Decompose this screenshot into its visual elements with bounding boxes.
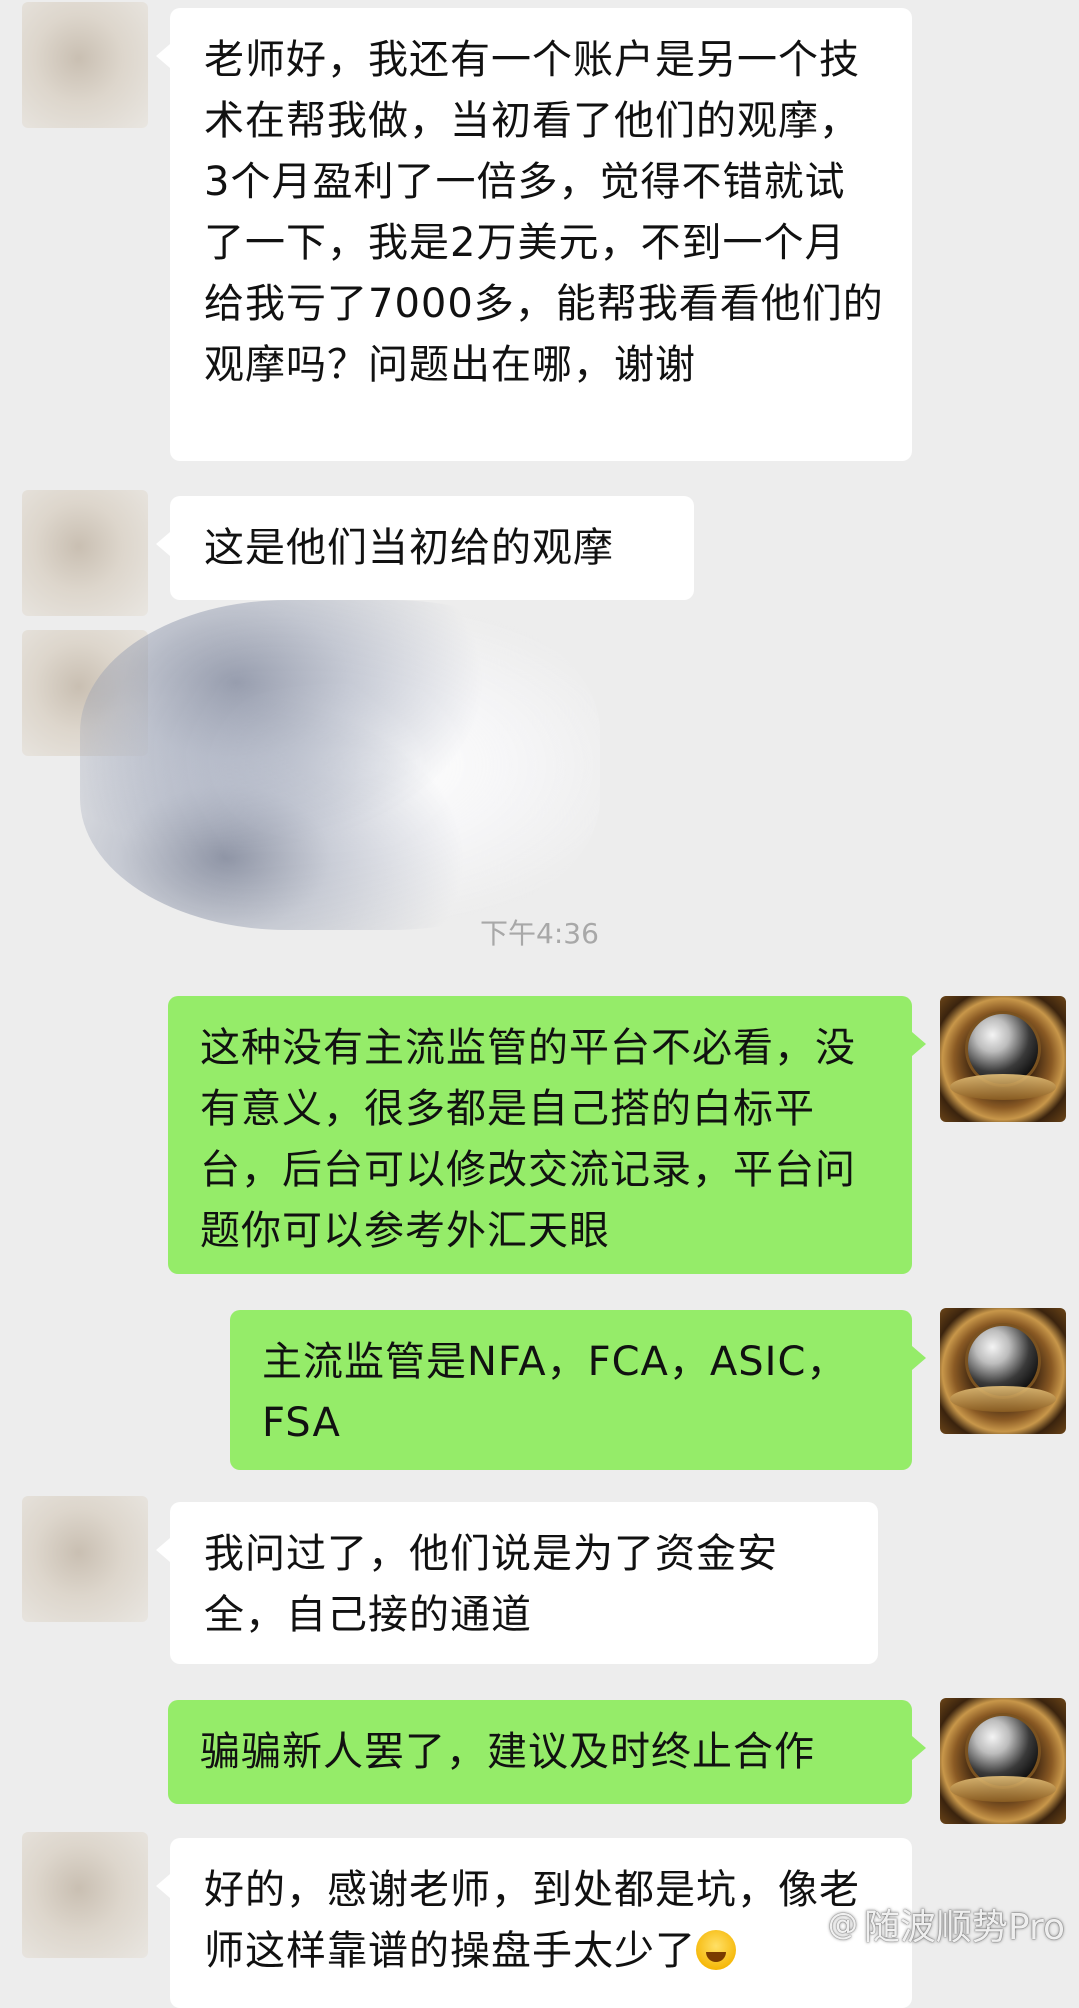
globe-ring-decoration <box>950 1074 1056 1100</box>
globe-ring-decoration <box>950 1386 1056 1412</box>
message-text: 这是他们当初给的观摩 <box>204 525 614 571</box>
message-bubble-incoming[interactable]: 好的，感谢老师，到处都是坑，像老师这样靠谱的操盘手太少了 <box>156 1838 912 2008</box>
contact-avatar[interactable] <box>22 1832 148 1958</box>
message-timestamp: 下午4:36 <box>480 917 599 950</box>
crying-laughing-emoji-icon <box>696 1930 736 1970</box>
message-bubble-incoming[interactable]: 这是他们当初给的观摩 <box>156 496 694 600</box>
message-text: 骗骗新人罢了，建议及时终止合作 <box>200 1729 815 1775</box>
message-text: 主流监管是NFA，FCA，ASIC，FSA <box>262 1339 848 1446</box>
contact-avatar[interactable] <box>22 1496 148 1622</box>
message-text: 好的，感谢老师，到处都是坑，像老师这样靠谱的操盘手太少了 <box>204 1867 860 1974</box>
watermark-text: 随波顺势Pro <box>863 1907 1065 1948</box>
message-text: 老师好，我还有一个账户是另一个技术在帮我做，当初看了他们的观摩，3个月盈利了一倍… <box>204 37 884 388</box>
message-bubble-incoming[interactable]: 我问过了，他们说是为了资金安全，自己接的通道 <box>156 1502 878 1664</box>
message-bubble-outgoing[interactable]: 主流监管是NFA，FCA，ASIC，FSA <box>230 1310 926 1470</box>
globe-avatar[interactable] <box>940 996 1066 1122</box>
message-bubble-outgoing[interactable]: 这种没有主流监管的平台不必看，没有意义，很多都是自己搭的白标平台，后台可以修改交… <box>168 996 926 1274</box>
globe-avatar[interactable] <box>940 1698 1066 1824</box>
contact-avatar[interactable] <box>22 490 148 616</box>
message-text: 这种没有主流监管的平台不必看，没有意义，很多都是自己搭的白标平台，后台可以修改交… <box>200 1025 856 1254</box>
message-bubble-incoming[interactable]: 老师好，我还有一个账户是另一个技术在帮我做，当初看了他们的观摩，3个月盈利了一倍… <box>156 8 912 461</box>
globe-ring-decoration <box>950 1776 1056 1802</box>
contact-avatar[interactable] <box>22 2 148 128</box>
watermark: @ 随波顺势Pro <box>828 1898 1065 1950</box>
message-text: 我问过了，他们说是为了资金安全，自己接的通道 <box>204 1531 778 1638</box>
globe-avatar[interactable] <box>940 1308 1066 1434</box>
obscured-image-message[interactable] <box>80 600 600 930</box>
weibo-logo-icon: @ <box>827 1906 858 1942</box>
message-bubble-outgoing[interactable]: 骗骗新人罢了，建议及时终止合作 <box>168 1700 926 1804</box>
